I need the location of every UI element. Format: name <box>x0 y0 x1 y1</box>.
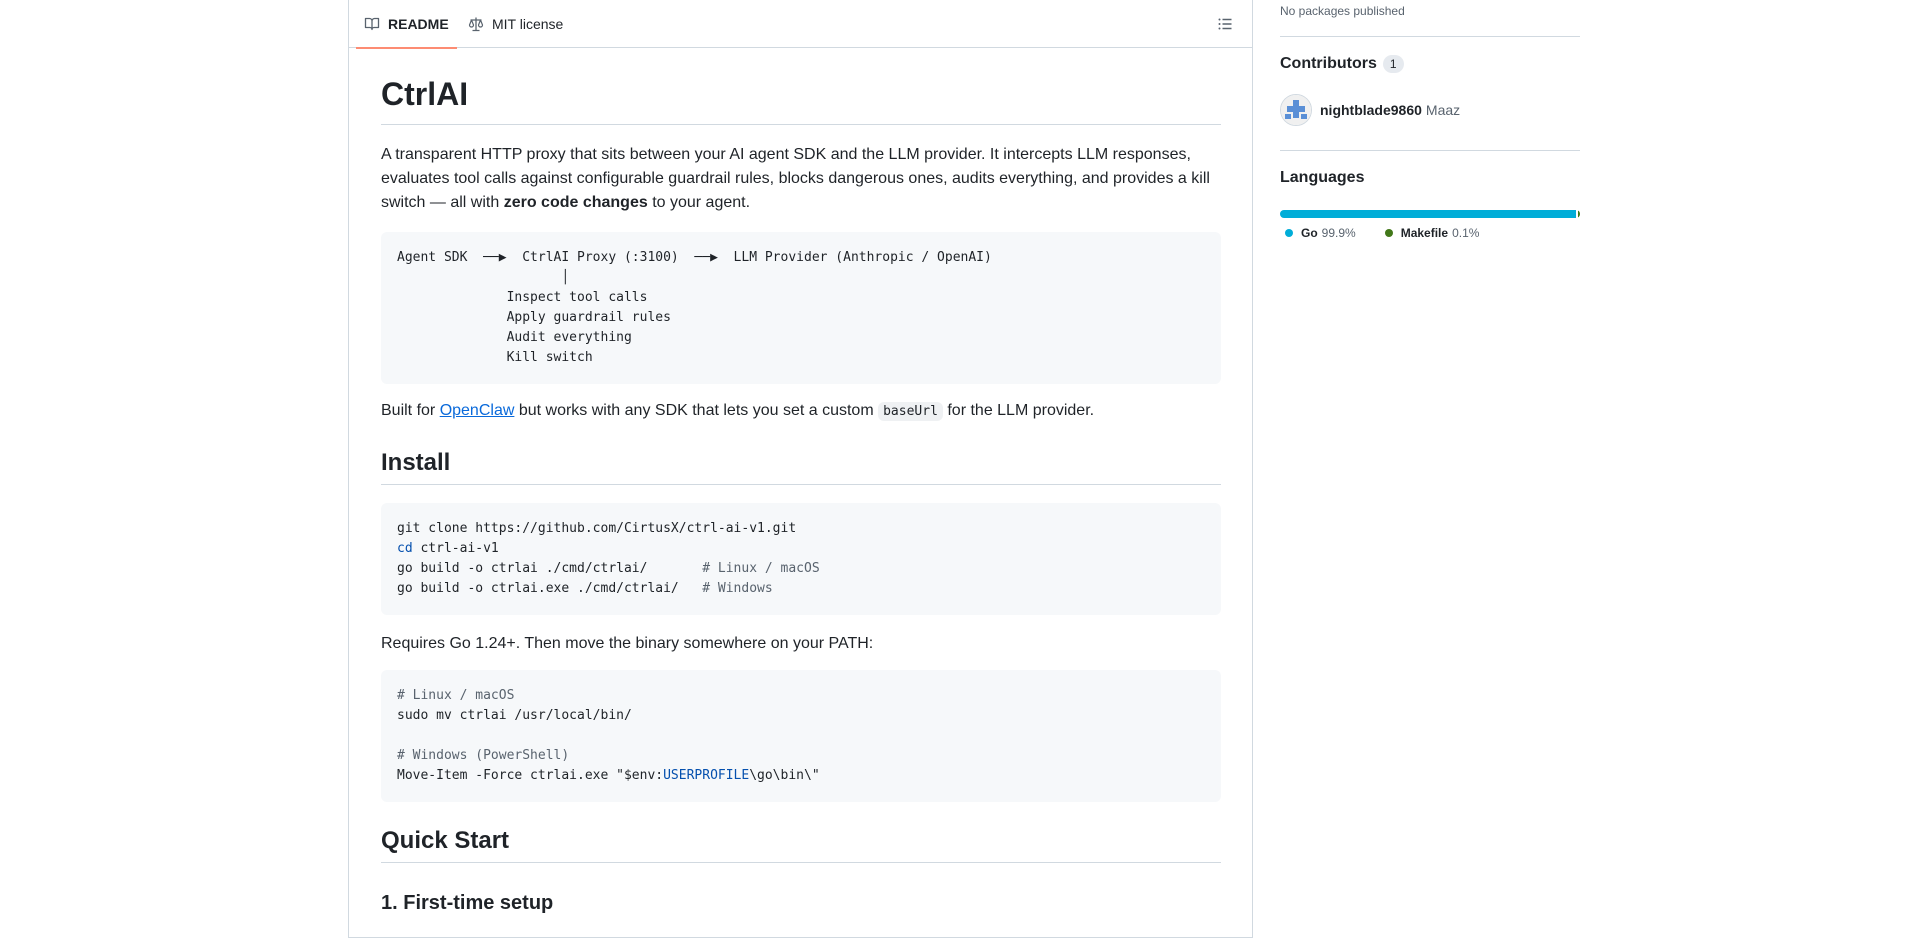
readme-title: CtrlAI <box>381 74 1221 125</box>
book-icon <box>364 17 380 31</box>
code-line: sudo mv ctrlai /usr/local/bin/ <box>397 708 632 723</box>
intro-paragraph: A transparent HTTP proxy that sits betwe… <box>381 143 1221 215</box>
code-keyword: cd <box>397 541 413 556</box>
tab-readme[interactable]: README <box>356 0 457 49</box>
language-name: Go <box>1301 226 1318 240</box>
tab-license[interactable]: MIT license <box>468 0 563 48</box>
openclaw-link[interactable]: OpenClaw <box>440 402 515 419</box>
first-setup-heading: 1. First-time setup <box>381 892 554 914</box>
code-comment: # Linux / macOS <box>397 688 515 703</box>
code-line: cd ctrl-ai-v1 <box>397 539 1205 559</box>
code-line: Move-Item -Force ctrlai.exe "$env:USERPR… <box>397 766 1205 786</box>
diagram-line: Inspect tool calls <box>397 290 648 305</box>
sidebar-divider <box>1280 36 1580 37</box>
language-bar-segment-go <box>1280 210 1576 218</box>
language-bar <box>1280 210 1580 218</box>
diagram-line: Apply guardrail rules <box>397 310 671 325</box>
code-text: ctrl-ai-v1 <box>412 541 499 556</box>
built-text-end: for the LLM provider. <box>942 402 1095 419</box>
built-text: Built for <box>381 402 440 419</box>
code-comment: # Windows <box>702 581 773 596</box>
code-line: go build -o ctrlai.exe ./cmd/ctrlai/ # W… <box>397 579 1205 599</box>
code-comment: # Linux / macOS <box>702 561 820 576</box>
quick-start-heading: Quick Start <box>381 826 1221 863</box>
code-text: Move-Item -Force ctrlai.exe "$env: <box>397 768 664 783</box>
architecture-code-block: Agent SDK ──▶ CtrlAI Proxy (:3100) ──▶ L… <box>381 232 1221 384</box>
tab-readme-label: README <box>388 16 449 32</box>
avatar[interactable] <box>1280 94 1312 126</box>
packages-empty-text: No packages published <box>1280 4 1405 18</box>
code-text: go build -o ctrlai.exe ./cmd/ctrlai/ <box>397 581 703 596</box>
contributor-login[interactable]: nightblade9860 <box>1320 102 1422 118</box>
intro-bold: zero code changes <box>503 194 648 211</box>
diagram-line: Kill switch <box>397 350 593 365</box>
diagram-line: │ <box>397 270 570 285</box>
install-code-block: git clone https://github.com/CirtusX/ctr… <box>381 503 1221 615</box>
contributor-name: Maaz <box>1425 102 1461 118</box>
code-blank-line: ​ <box>397 726 1205 746</box>
requires-paragraph: Requires Go 1.24+. Then move the binary … <box>381 635 874 652</box>
language-list: Go 99.9% Makefile 0.1% <box>1280 226 1503 240</box>
languages-heading: Languages <box>1280 169 1365 186</box>
code-comment: # Windows (PowerShell) <box>397 748 570 763</box>
built-for-paragraph: Built for OpenClaw but works with any SD… <box>381 399 1221 424</box>
contributors-heading[interactable]: Contributors 1 <box>1280 55 1404 73</box>
contributors-heading-label: Contributors <box>1280 55 1377 72</box>
language-name: Makefile <box>1400 226 1449 240</box>
install-heading: Install <box>381 448 1221 485</box>
contributor-item[interactable]: nightblade9860 Maaz <box>1280 94 1460 126</box>
language-color-dot-icon <box>1285 229 1293 237</box>
language-color-dot-icon <box>1384 229 1393 237</box>
identicon-icon <box>1281 95 1311 125</box>
code-line: go build -o ctrlai ./cmd/ctrlai/ # Linux… <box>397 559 1205 579</box>
list-unordered-icon <box>1218 18 1232 30</box>
language-bar-segment-makefile <box>1578 210 1580 218</box>
code-variable: USERPROFILE <box>663 768 750 783</box>
intro-text-end: to your agent. <box>647 194 751 211</box>
code-line: git clone https://github.com/CirtusX/ctr… <box>397 521 797 536</box>
law-scale-icon <box>468 17 484 32</box>
baseurl-inline-code: baseUrl <box>878 402 943 421</box>
language-percent: 0.1% <box>1452 226 1480 240</box>
sidebar-divider <box>1280 150 1580 151</box>
diagram-line: Audit everything <box>397 330 632 345</box>
path-code-block: # Linux / macOS sudo mv ctrlai /usr/local… <box>381 670 1221 802</box>
contributors-count-badge: 1 <box>1382 55 1404 73</box>
code-text: go build -o ctrlai ./cmd/ctrlai/ <box>397 561 703 576</box>
readme-tabs: README MIT license <box>348 0 1253 49</box>
code-text: \go\bin\" <box>749 768 820 783</box>
built-text-middle: but works with any SDK that lets you set… <box>514 402 879 419</box>
tab-license-label: MIT license <box>492 16 564 32</box>
language-item-makefile[interactable]: Makefile 0.1% <box>1380 226 1480 240</box>
diagram-line: Agent SDK ──▶ CtrlAI Proxy (:3100) ──▶ L… <box>397 250 992 265</box>
outline-toggle-button[interactable] <box>1213 12 1237 36</box>
language-percent: 99.9% <box>1321 226 1356 240</box>
language-item-go[interactable]: Go 99.9% <box>1280 226 1356 240</box>
